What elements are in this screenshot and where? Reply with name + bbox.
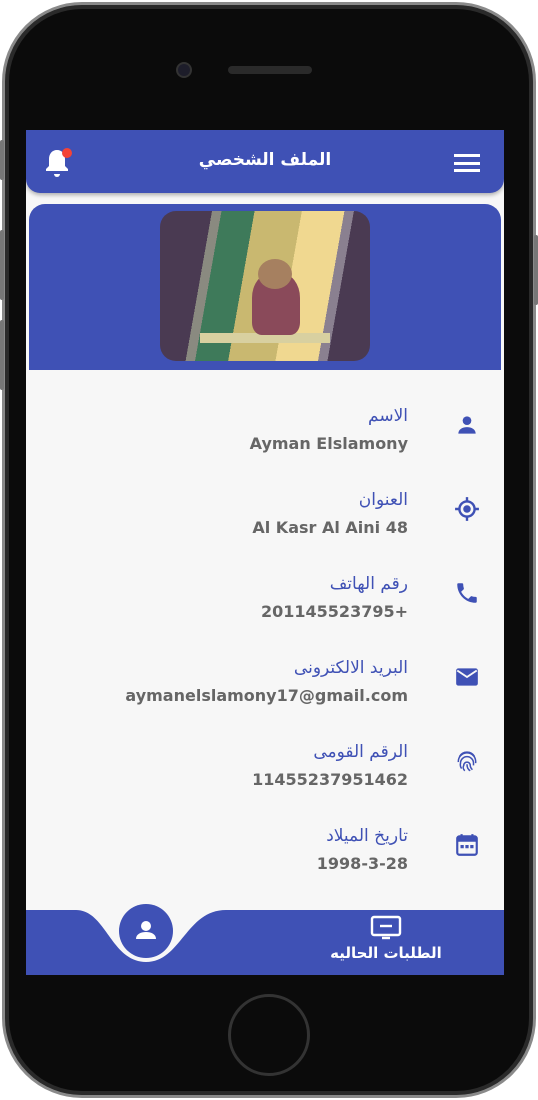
volume-up-button [0,230,4,300]
monitor-icon [370,915,402,940]
person-icon [458,416,476,434]
field-label: رقم الهاتف [329,574,408,594]
field-value: 1998-3-28 [316,854,408,873]
volume-down-button [0,320,4,390]
front-camera [176,62,192,78]
field-value: Al Kasr Al Aini 48 [252,518,408,537]
earpiece-speaker [228,66,312,74]
field-value: Ayman Elslamony [249,434,408,453]
field-label: الرقم القومى [313,742,408,762]
fingerprint-icon [457,751,477,772]
field-label: الاسم [368,406,408,426]
field-address: العنوان Al Kasr Al Aini 48 [26,490,504,560]
profile-photo[interactable] [160,211,370,361]
field-label: تاريخ الميلاد [326,826,408,846]
power-button [534,235,538,305]
person-icon [136,921,156,939]
field-phone: رقم الهاتف 201145523795+ [26,574,504,644]
hamburger-icon[interactable] [454,154,480,172]
email-icon [456,668,478,686]
nav-current-requests[interactable]: الطلبات الحاليه [316,910,456,975]
page-title: الملف الشخصي [198,150,332,170]
profile-header [29,204,501,370]
location-target-icon [455,497,479,521]
field-value: 11455237951462 [252,770,408,789]
home-button[interactable] [228,994,310,1076]
field-email: البريد الالكترونى aymanelslamony17@gmail… [26,658,504,728]
nav-label: الطلبات الحاليه [330,944,442,962]
mute-switch [0,140,4,180]
field-value: 201145523795+ [261,602,408,621]
field-label: البريد الالكترونى [293,658,408,678]
app-screen: الملف الشخصي الاسم Ayman Elslamony العنو… [26,130,504,975]
field-name: الاسم Ayman Elslamony [26,406,504,476]
field-birthdate: تاريخ الميلاد 1998-3-28 [26,826,504,896]
app-bar: الملف الشخصي [26,130,504,193]
field-value: aymanelslamony17@gmail.com [125,686,408,705]
bottom-nav: الطلبات الحاليه [26,904,504,975]
nav-profile-button[interactable] [119,904,173,958]
field-label: العنوان [358,490,408,510]
field-national-id: الرقم القومى 11455237951462 [26,742,504,812]
phone-icon [457,583,477,603]
calendar-icon [456,834,478,856]
